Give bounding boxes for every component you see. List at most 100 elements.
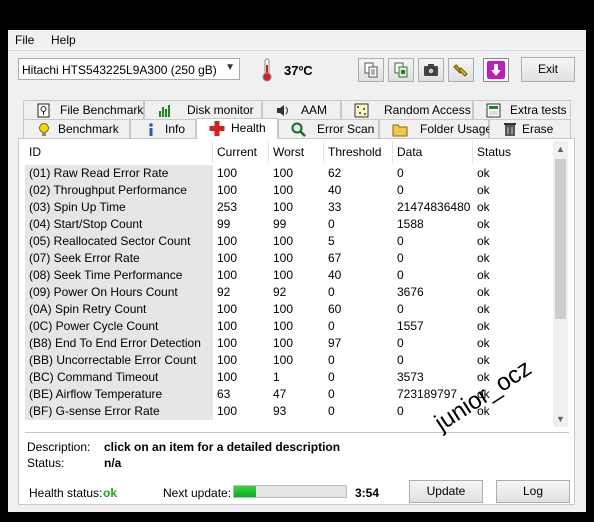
current-cell: 100: [217, 183, 238, 197]
screenshot-button[interactable]: [418, 58, 444, 82]
attribute-id-cell: (08) Seek Time Performance: [25, 267, 213, 284]
worst-cell: 100: [273, 353, 294, 367]
column-header-worst[interactable]: Worst: [269, 141, 324, 163]
column-header-current[interactable]: Current: [213, 141, 269, 163]
table-row[interactable]: (B8) End To End Error Detection 100 100 97 0…: [25, 335, 555, 352]
column-header-threshold[interactable]: Threshold: [324, 141, 393, 163]
copy-button[interactable]: [358, 58, 384, 82]
attribute-id-cell: (07) Seek Error Rate: [25, 250, 213, 267]
status-cell: ok: [477, 336, 490, 350]
table-row[interactable]: (0A) Spin Retry Count 100 100 60 0 ok: [25, 301, 555, 318]
column-header-data[interactable]: Data: [393, 141, 473, 163]
health-panel: ID Current Worst Threshold Data Status (…: [18, 138, 575, 505]
export-button[interactable]: [388, 58, 414, 82]
table-row[interactable]: (04) Start/Stop Count 99 99 0 1588 ok: [25, 216, 555, 233]
table-row[interactable]: (08) Seek Time Performance 100 100 40 0 ok: [25, 267, 555, 284]
worst-cell: 100: [273, 251, 294, 265]
tab-extra-tests[interactable]: Extra tests: [473, 100, 571, 119]
temperature-readout: 37ºC: [284, 63, 313, 78]
tab-file-benchmark[interactable]: File Benchmark: [23, 100, 144, 119]
exit-button[interactable]: Exit: [521, 57, 575, 82]
column-header-status[interactable]: Status: [473, 141, 555, 163]
description-value: click on an item for a detailed descript…: [104, 440, 341, 454]
attribute-id-cell: (09) Power On Hours Count: [25, 284, 213, 301]
tab-aam[interactable]: AAM: [262, 100, 341, 119]
tab-random-access[interactable]: Random Access: [341, 100, 473, 119]
settings-icon: [453, 64, 468, 77]
threshold-cell: 0: [328, 370, 335, 384]
footer-bar: Health status: ok Next update: 3:54 Upda…: [18, 478, 575, 504]
attribute-id-cell: (0C) Power Cycle Count: [25, 318, 213, 335]
lightbulb-icon: [39, 123, 49, 136]
threshold-cell: 97: [328, 336, 342, 350]
threshold-cell: 40: [328, 183, 342, 197]
current-cell: 100: [217, 166, 238, 180]
status-cell: ok: [477, 319, 490, 333]
table-row[interactable]: (09) Power On Hours Count 92 92 0 3676 ok: [25, 284, 555, 301]
worst-cell: 47: [273, 387, 287, 401]
tab-disk-monitor[interactable]: Disk monitor: [144, 100, 262, 119]
attribute-id-cell: (0A) Spin Retry Count: [25, 301, 213, 318]
table-row[interactable]: (BB) Uncorrectable Error Count 100 100 0 0 ok: [25, 352, 555, 369]
table-row[interactable]: (03) Spin Up Time 253 100 33 21474836480 ok: [25, 199, 555, 216]
data-cell: 0: [397, 251, 404, 265]
file-benchmark-icon: [37, 103, 50, 118]
attribute-id-cell: (BF) G-sense Error Rate: [25, 403, 213, 420]
threshold-cell: 5: [328, 234, 335, 248]
update-button[interactable]: Update: [409, 480, 483, 503]
table-row[interactable]: (01) Raw Read Error Rate 100 100 62 0 ok: [25, 165, 555, 182]
worst-cell: 100: [273, 200, 294, 214]
worst-cell: 92: [273, 285, 287, 299]
tab-folder-usage[interactable]: Folder Usage: [379, 119, 492, 138]
speaker-icon: [277, 105, 288, 116]
tab-health[interactable]: Health: [196, 118, 278, 139]
health-status-label: Health status:: [29, 486, 103, 500]
column-header-id[interactable]: ID: [25, 141, 213, 163]
data-cell: 0: [397, 268, 404, 282]
tab-erase[interactable]: Erase: [489, 119, 571, 138]
menu-separator: [8, 50, 586, 51]
attribute-id-cell: (B8) End To End Error Detection: [25, 335, 213, 352]
table-row[interactable]: (07) Seek Error Rate 100 100 67 0 ok: [25, 250, 555, 267]
tab-benchmark[interactable]: Benchmark: [23, 119, 130, 138]
next-update-countdown: 3:54: [355, 486, 380, 500]
current-cell: 253: [217, 200, 238, 214]
scrollbar-thumb[interactable]: [555, 159, 566, 319]
description-separator: [25, 432, 569, 433]
status-cell: ok: [477, 166, 490, 180]
menu-file[interactable]: File: [15, 33, 34, 47]
tab-info[interactable]: Info: [130, 119, 196, 138]
menu-help[interactable]: Help: [51, 33, 76, 47]
worst-cell: 100: [273, 268, 294, 282]
threshold-cell: 0: [328, 404, 335, 418]
log-button[interactable]: Log: [496, 480, 570, 503]
drive-select[interactable]: Hitachi HTS543225L9A300 (250 gB) ▼: [18, 58, 240, 80]
table-row[interactable]: (05) Reallocated Sector Count 100 100 5 0 ok: [25, 233, 555, 250]
chevron-down-icon: ▼: [225, 62, 235, 73]
scroll-down-icon[interactable]: ▼: [553, 411, 568, 427]
table-row[interactable]: (0C) Power Cycle Count 100 100 0 1557 ok: [25, 318, 555, 335]
tab-error-scan[interactable]: Error Scan: [278, 119, 379, 138]
table-row[interactable]: (02) Throughput Performance 100 100 40 0 ok: [25, 182, 555, 199]
current-cell: 100: [217, 268, 238, 282]
scroll-up-icon[interactable]: ▲: [553, 141, 568, 157]
status-value: n/a: [104, 456, 122, 470]
settings-button[interactable]: [448, 58, 474, 82]
export-icon: [394, 62, 408, 78]
thermometer-icon: [262, 58, 272, 82]
threshold-cell: 67: [328, 251, 342, 265]
download-button[interactable]: [483, 58, 509, 82]
worst-cell: 100: [273, 234, 294, 248]
threshold-cell: 33: [328, 200, 342, 214]
current-cell: 100: [217, 251, 238, 265]
worst-cell: 1: [273, 370, 280, 384]
data-cell: 1588: [397, 217, 424, 231]
status-cell: ok: [477, 268, 490, 282]
threshold-cell: 60: [328, 302, 342, 316]
status-cell: ok: [477, 234, 490, 248]
vertical-scrollbar[interactable]: ▲ ▼: [553, 141, 568, 427]
attribute-id-cell: (05) Reallocated Sector Count: [25, 233, 213, 250]
data-cell: 0: [397, 353, 404, 367]
current-cell: 100: [217, 353, 238, 367]
data-cell: 0: [397, 302, 404, 316]
